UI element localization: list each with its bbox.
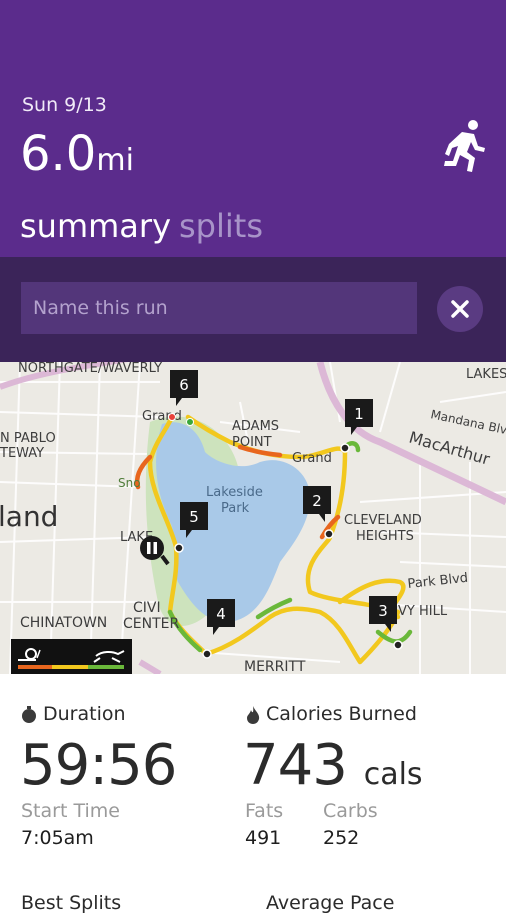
map-label-oakland: land (0, 500, 58, 533)
svg-text:2: 2 (312, 492, 322, 510)
running-person-icon (444, 120, 485, 172)
svg-text:6: 6 (179, 376, 189, 394)
map-label-gateway: TEWAY (0, 446, 44, 461)
split-marker-6[interactable]: 6 (170, 370, 198, 406)
run-date: Sun 9/13 (22, 94, 107, 116)
split-marker-2[interactable]: 2 (303, 486, 331, 522)
calories-value: 743 (243, 733, 348, 798)
carbs-label: Carbs (323, 800, 378, 822)
svg-text:4: 4 (216, 605, 226, 623)
svg-text:1: 1 (354, 405, 364, 423)
svg-text:5: 5 (189, 508, 199, 526)
map-label-mandana: Mandana Blv (429, 407, 506, 437)
start-time-value: 7:05am (21, 827, 94, 849)
start-time-label: Start Time (21, 800, 120, 822)
map-label-grand-east: Grand (292, 451, 332, 466)
calories-unit: cals (363, 757, 423, 792)
clear-name-button[interactable] (437, 286, 483, 332)
map-label-center: CENTER (123, 616, 179, 632)
run-distance: 6.0mi (20, 126, 134, 189)
map-label-point: POINT (232, 435, 272, 450)
stopwatch-icon (22, 706, 36, 723)
map-label-ivy-hill: VY HILL (398, 604, 448, 619)
svg-text:3: 3 (378, 602, 388, 620)
map-label-lakeside: Lakeside (206, 485, 263, 500)
average-pace-label: Average Pace (266, 892, 395, 914)
map-label-heights: HEIGHTS (356, 529, 414, 544)
distance-value: 6.0 (20, 126, 97, 182)
map-label-san-pablo: N PABLO (0, 431, 56, 446)
pace-legend (11, 639, 132, 674)
map-label-lakes: LAKES (466, 367, 506, 382)
tab-summary[interactable]: summary (20, 207, 171, 245)
map-label-adams: ADAMS (232, 419, 279, 434)
carbs-value: 252 (323, 827, 360, 849)
map-label-chinatown: CHINATOWN (20, 615, 107, 631)
map-label-cleveland: CLEVELAND (344, 513, 422, 528)
fats-label: Fats (245, 800, 284, 822)
map-label-northgate: NORTHGATE/WAVERLY (18, 362, 162, 376)
map-label-park: Park (221, 501, 250, 516)
run-name-input[interactable] (21, 282, 417, 334)
map-label-merritt: MERRITT (244, 659, 306, 674)
distance-unit: mi (96, 143, 134, 178)
map-label-park-blvd: Park Blvd (407, 571, 469, 592)
calories-label: Calories Burned (266, 703, 417, 725)
calories-value-group: 743 cals (243, 736, 423, 805)
run-header: Sun 9/13 6.0mi summary splits (0, 0, 506, 257)
duration-value: 59:56 (20, 733, 177, 798)
best-splits-label: Best Splits (21, 892, 122, 914)
run-stats: Duration 59:56 Start Time 7:05am Calorie… (0, 674, 506, 914)
tab-splits[interactable]: splits (179, 207, 263, 245)
map-label-snow-park: Sno (118, 476, 141, 490)
split-marker-4[interactable]: 4 (207, 599, 235, 635)
flame-icon (247, 706, 260, 724)
map-label-civic: CIVI (133, 600, 161, 616)
duration-label: Duration (43, 703, 126, 725)
fats-value: 491 (245, 827, 282, 849)
close-icon (451, 300, 469, 318)
route-map[interactable]: NORTHGATE/WAVERLY LAKES Mandana Blv ADAM… (0, 362, 506, 674)
view-tabs: summary splits (20, 206, 263, 246)
